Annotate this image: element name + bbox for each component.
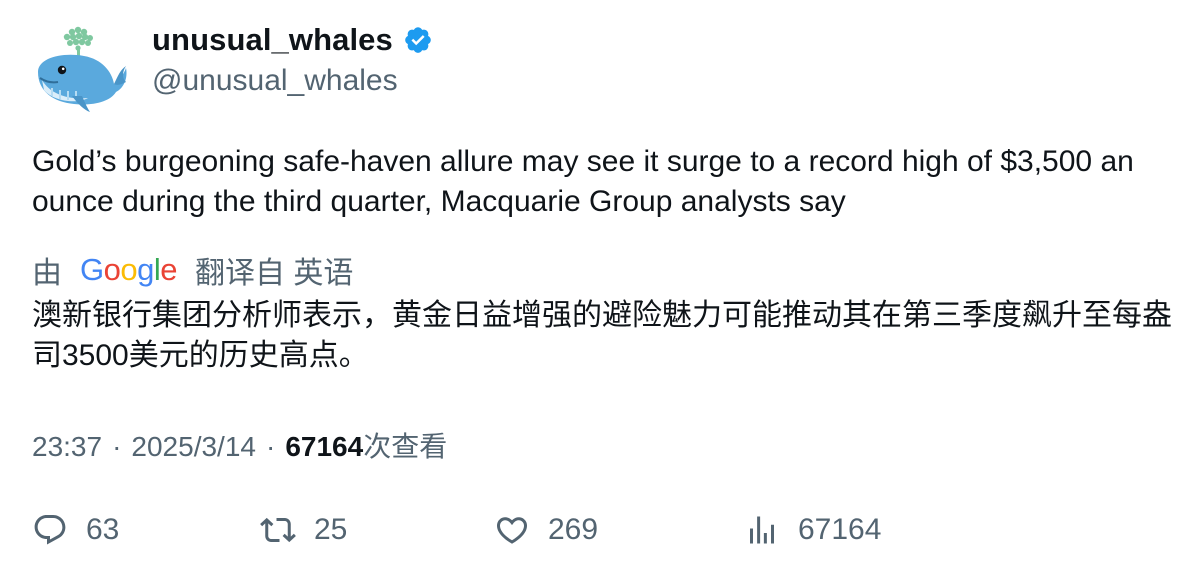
views-button[interactable]: 67164 <box>744 512 881 548</box>
google-logo[interactable]: Google <box>80 252 178 288</box>
translation-suffix: 翻译自 英语 <box>195 257 354 290</box>
tweet-card: unusual_whales @unusual_whales Gold’s bu… <box>0 0 1196 578</box>
retweet-button[interactable]: 25 <box>260 512 347 548</box>
author-handle[interactable]: @unusual_whales <box>152 64 398 98</box>
google-letter: e <box>160 252 178 287</box>
tweet-date[interactable]: 2025/3/14 <box>131 431 256 463</box>
tweet-time[interactable]: 23:37 <box>32 431 102 463</box>
google-letter: o <box>120 252 138 287</box>
author-display-name[interactable]: unusual_whales <box>152 22 393 58</box>
translation-prefix: 由 <box>32 257 62 290</box>
retweet-count: 25 <box>314 513 348 546</box>
heart-icon <box>496 517 528 544</box>
retweet-icon <box>260 517 296 543</box>
views-label: 次查看 <box>363 431 448 462</box>
tweet-text: Gold’s burgeoning safe-haven allure may … <box>32 145 1134 218</box>
views-count: 67164 <box>285 431 364 462</box>
like-button[interactable]: 269 <box>494 512 598 548</box>
meta-separator: · <box>112 431 122 462</box>
tweet-meta: 23:37 · 2025/3/14 · 67164 次查看 <box>32 425 447 465</box>
verified-badge-icon[interactable] <box>403 25 433 55</box>
translated-text: 澳新银行集团分析师表示，黄金日益增强的避险魅力可能推动其在第三季度飙升至每盎司3… <box>32 299 1172 372</box>
translation-attribution: 由 Google 翻译自 英语 <box>32 248 353 292</box>
author-name-row: unusual_whales <box>152 22 433 58</box>
views-action-count: 67164 <box>798 513 882 546</box>
views-chart-icon <box>750 516 774 544</box>
reply-icon <box>34 515 66 545</box>
google-letter: o <box>103 252 121 287</box>
reply-count: 63 <box>86 513 120 546</box>
google-letter: G <box>80 252 104 287</box>
whale-avatar-icon[interactable] <box>32 26 128 114</box>
google-letter: g <box>137 252 154 287</box>
meta-separator: · <box>265 431 276 462</box>
reply-button[interactable]: 63 <box>32 512 119 548</box>
like-count: 269 <box>548 513 599 546</box>
